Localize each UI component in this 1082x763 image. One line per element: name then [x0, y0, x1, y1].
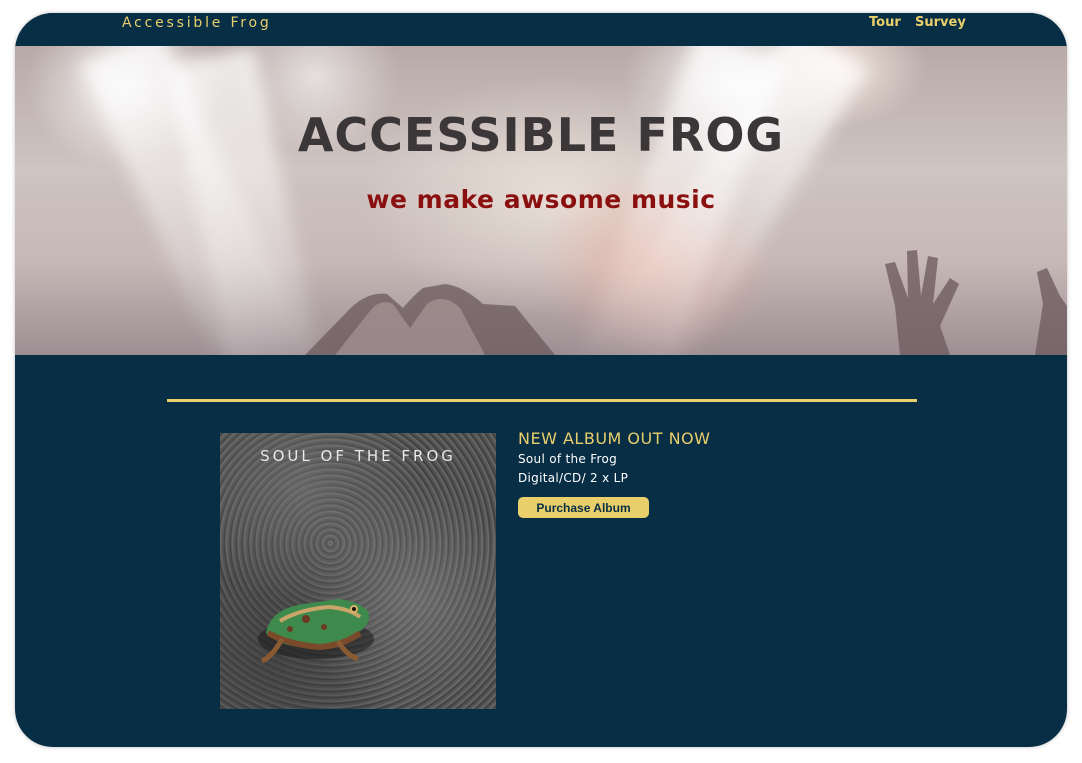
- nav-link-survey[interactable]: Survey: [915, 15, 966, 30]
- brand-link[interactable]: Accessible Frog: [122, 15, 272, 31]
- frog-icon: [258, 599, 374, 664]
- album-name: Soul of the Frog: [518, 452, 618, 466]
- section-divider: [167, 399, 917, 402]
- hero-title: ACCESSIBLE FROG: [297, 108, 785, 162]
- album-formats: Digital/CD/ 2 x LP: [518, 471, 629, 485]
- top-navbar: Accessible Frog Tour Survey: [15, 13, 1067, 46]
- page-frame: Accessible Frog Tour Survey ACCESSIBLE F…: [15, 13, 1067, 747]
- hero-subtitle: we make awsome music: [366, 185, 716, 214]
- hero-banner: ACCESSIBLE FROG we make awsome music: [15, 46, 1067, 355]
- album-cover-image: SOUL OF THE FROG: [220, 433, 496, 709]
- purchase-album-button[interactable]: Purchase Album: [518, 497, 649, 518]
- nav-link-tour[interactable]: Tour: [869, 15, 901, 30]
- album-heading: NEW ALBUM OUT NOW: [518, 429, 711, 448]
